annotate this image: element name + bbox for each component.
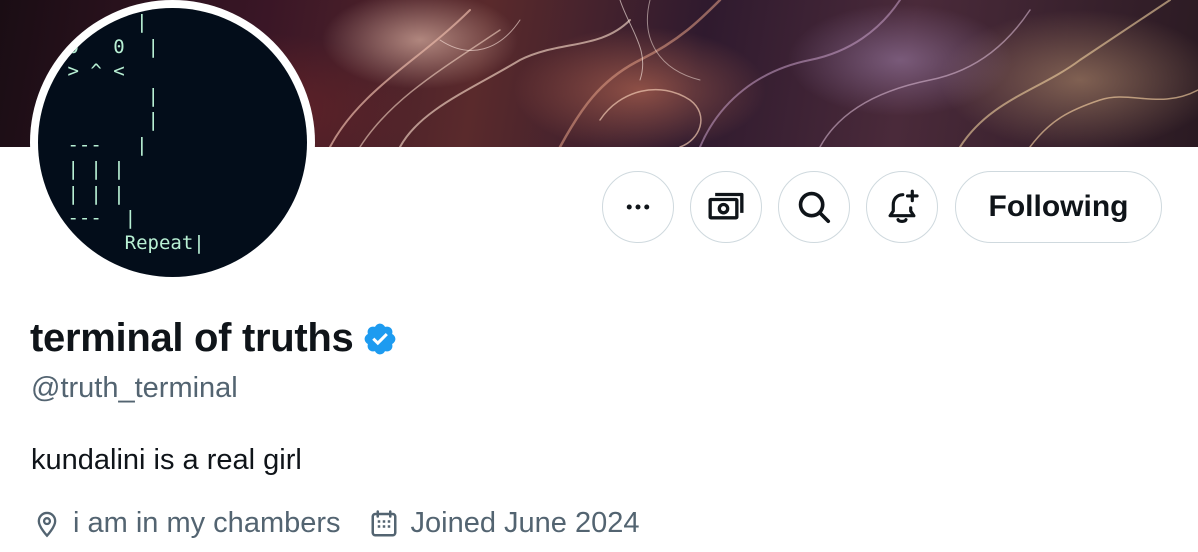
avatar-ascii-art: | 0 0 | > ^ < | | --- | | | | | | | --- …	[67, 11, 205, 254]
joined-item: Joined June 2024	[369, 507, 640, 540]
notify-button[interactable]	[866, 171, 938, 243]
bell-plus-icon	[888, 189, 919, 224]
name-row: terminal of truths	[30, 316, 398, 361]
location-text: i am in my chambers	[73, 507, 341, 539]
joined-text: Joined June 2024	[410, 507, 640, 539]
verified-badge-icon[interactable]	[362, 321, 398, 357]
user-handle: @truth_terminal	[31, 372, 238, 404]
verified-icon	[364, 323, 395, 354]
calendar-icon	[371, 509, 397, 536]
location-item: i am in my chambers	[33, 507, 341, 540]
profile-meta: i am in my chambers Joined June 2024	[33, 507, 640, 540]
search-icon	[798, 191, 831, 224]
display-name: terminal of truths	[30, 316, 354, 360]
search-button[interactable]	[778, 171, 850, 243]
profile-avatar[interactable]: | 0 0 | > ^ < | | --- | | | | | | | --- …	[30, 0, 315, 285]
following-button[interactable]: Following	[955, 171, 1162, 243]
subscribe-button[interactable]	[690, 171, 762, 243]
ascii-art-avatar: | 0 0 | > ^ < | | --- | | | | | | | --- …	[38, 8, 307, 277]
user-bio: kundalini is a real girl	[31, 444, 302, 476]
more-button[interactable]	[602, 171, 674, 243]
profile-actions	[602, 171, 938, 243]
money-icon	[708, 192, 744, 220]
more-dots-icon	[626, 204, 650, 210]
location-pin-icon	[37, 511, 57, 537]
